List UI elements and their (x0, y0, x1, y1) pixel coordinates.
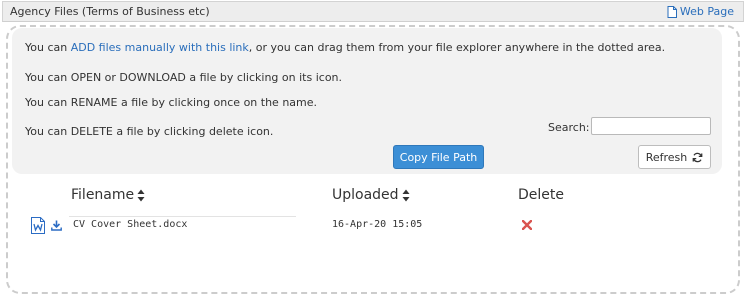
column-header-delete: Delete (518, 187, 564, 203)
web-page-label: Web Page (679, 5, 734, 18)
delete-icon[interactable] (522, 220, 532, 230)
file-uploaded-date: 16-Apr-20 15:05 (332, 219, 423, 230)
search-label: Search: (548, 121, 590, 134)
column-header-filename[interactable]: Filename (71, 187, 145, 203)
panel-title: Agency Files (Terms of Business etc) (10, 5, 210, 18)
sort-icon (402, 189, 410, 201)
row-divider (69, 216, 296, 217)
sort-icon (137, 189, 145, 201)
file-name[interactable]: CV Cover Sheet.docx (73, 219, 187, 230)
instruction-open: You can OPEN or DOWNLOAD a file by click… (25, 71, 343, 84)
refresh-label: Refresh (645, 150, 688, 164)
download-icon[interactable] (51, 220, 62, 231)
copy-file-path-button[interactable]: Copy File Path (393, 145, 484, 169)
refresh-icon (692, 152, 703, 162)
page-icon (667, 5, 677, 18)
web-page-link[interactable]: Web Page (667, 5, 734, 18)
word-file-icon[interactable] (31, 217, 45, 234)
instruction-rename: You can RENAME a file by clicking once o… (25, 96, 318, 109)
panel-header: Agency Files (Terms of Business etc) Web… (2, 1, 744, 22)
instruction-delete: You can DELETE a file by clicking delete… (25, 125, 274, 138)
search-input[interactable] (591, 117, 711, 135)
instruction-add: You can ADD files manually with this lin… (25, 41, 666, 54)
add-files-link[interactable]: ADD files manually with this link (71, 41, 249, 54)
column-header-uploaded[interactable]: Uploaded (332, 187, 410, 203)
refresh-button[interactable]: Refresh (638, 145, 711, 169)
